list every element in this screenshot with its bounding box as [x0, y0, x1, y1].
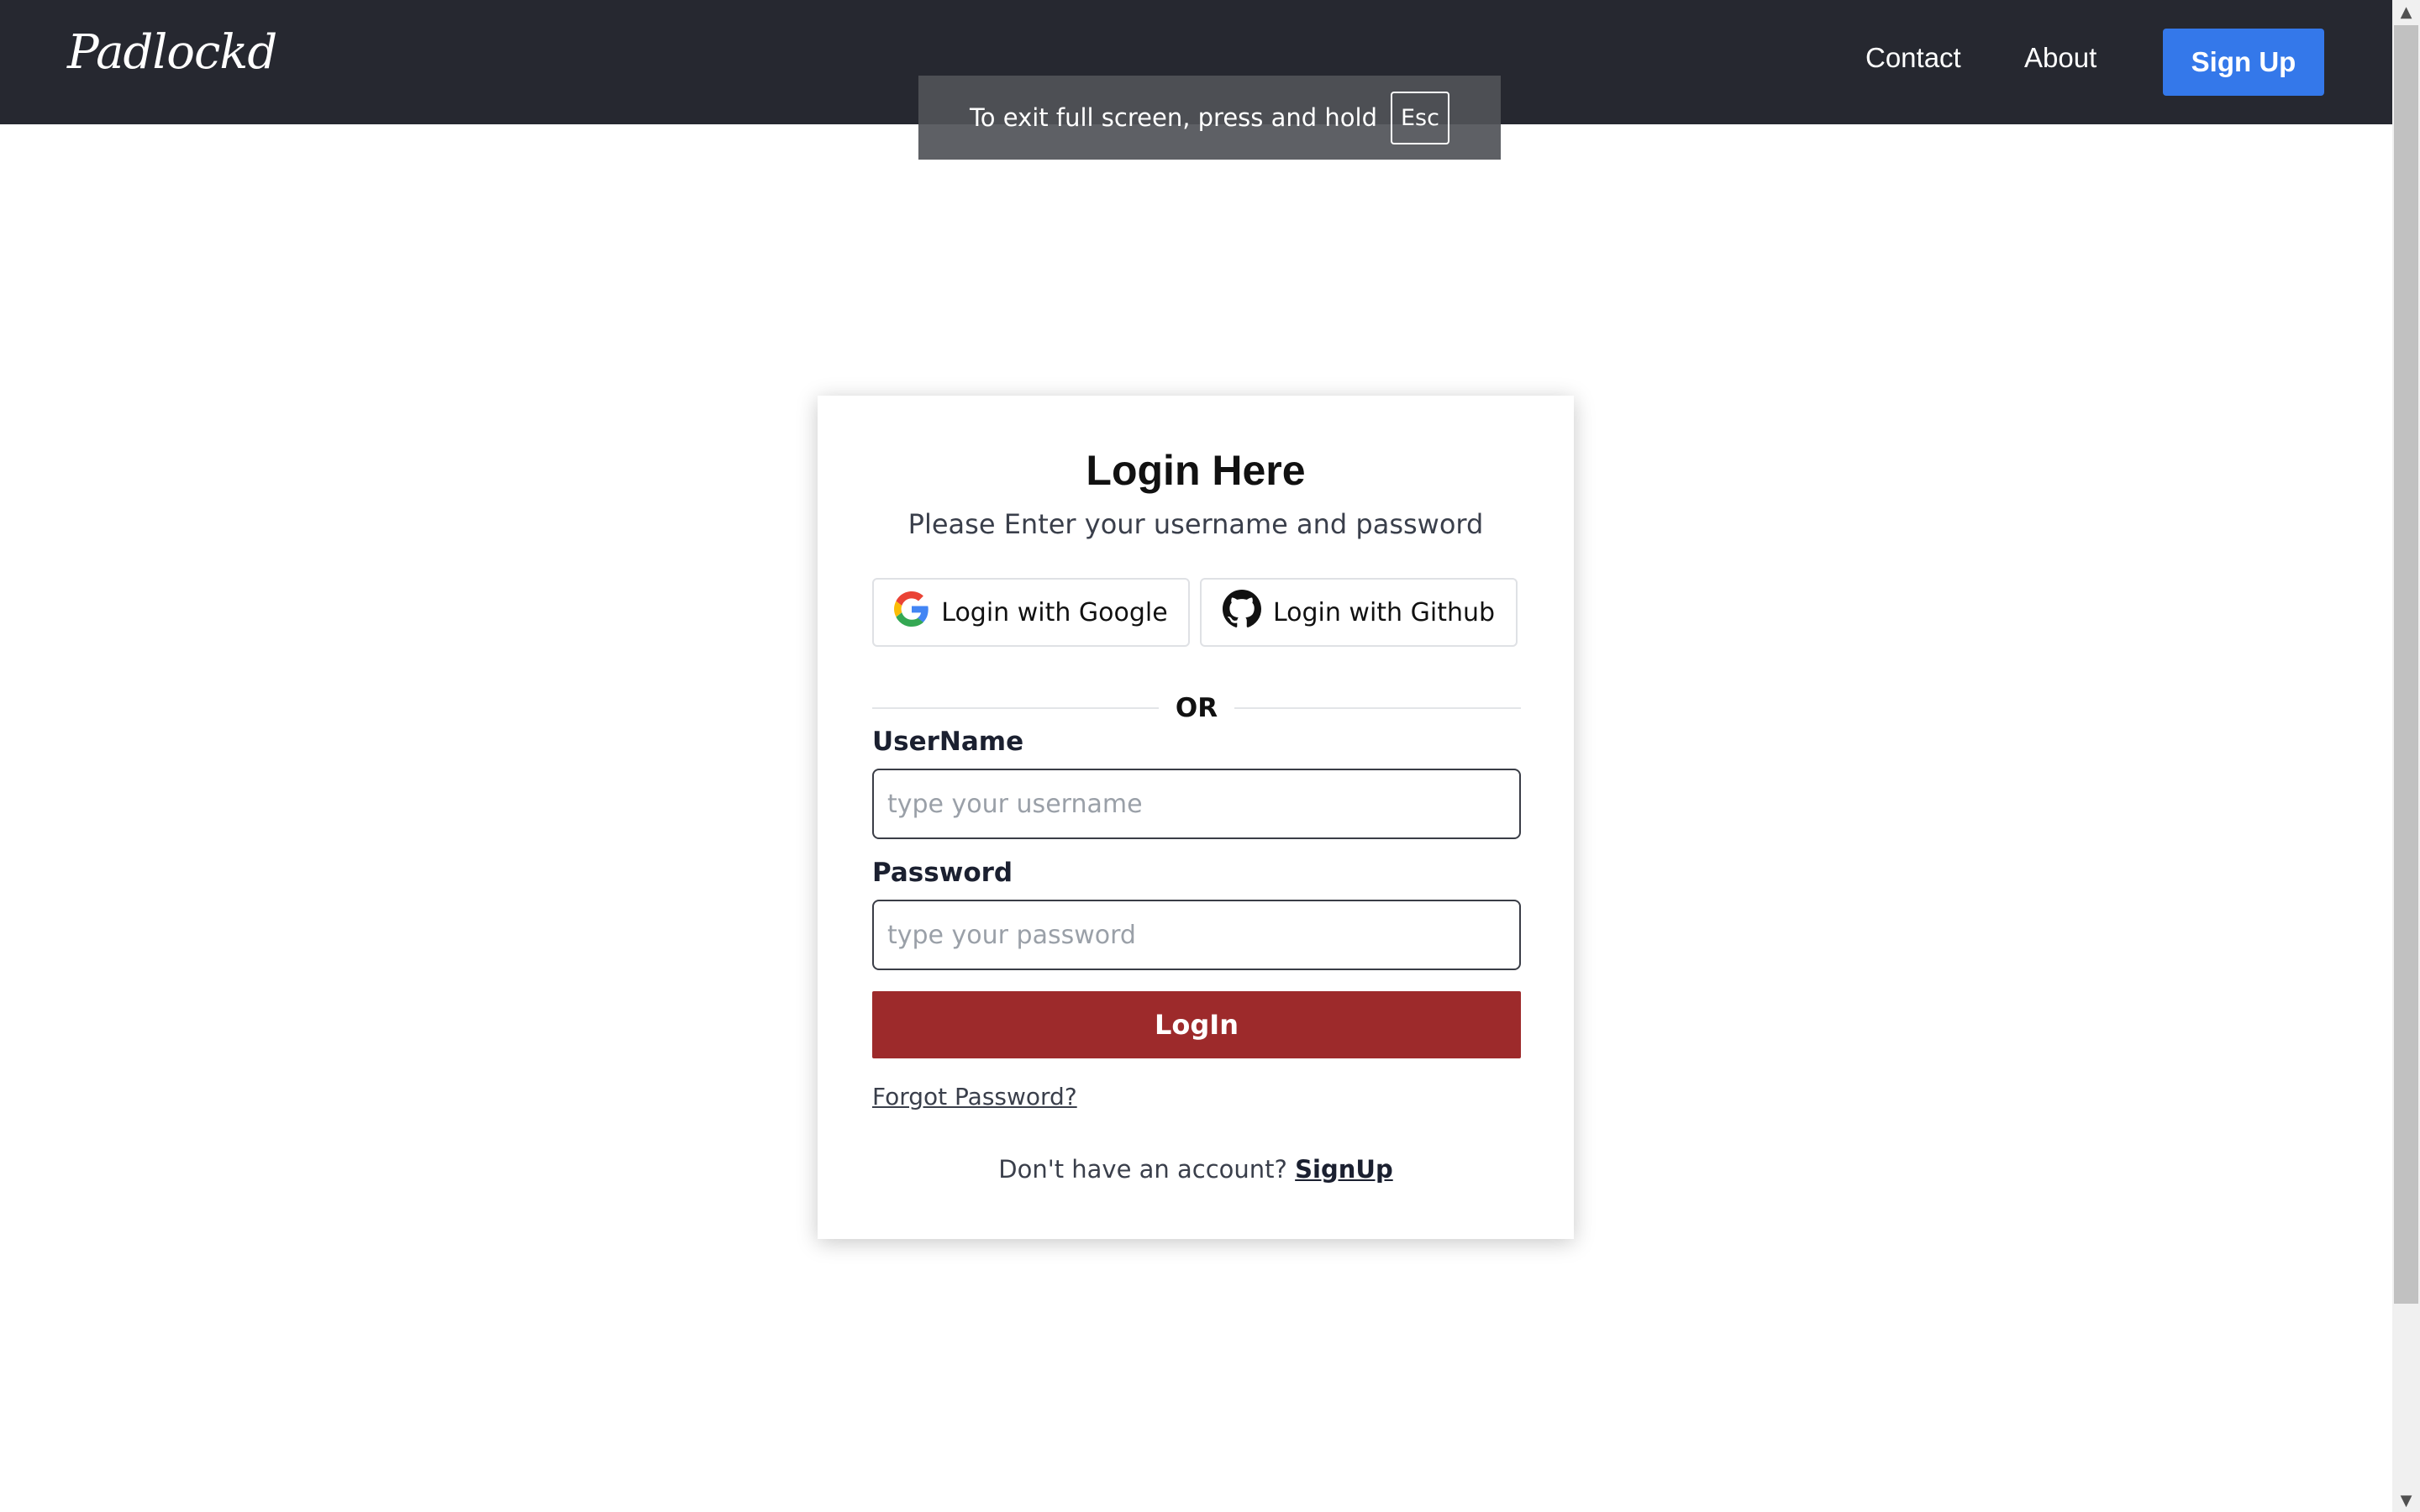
page: Padlockd Contact About Sign Up To exit f… [0, 0, 2392, 1512]
login-with-github-button[interactable]: Login with Github [1200, 578, 1518, 647]
divider-line-left [872, 707, 1159, 709]
github-icon [1222, 590, 1273, 635]
divider-line-right [1234, 707, 1522, 709]
login-with-google-button[interactable]: Login with Google [872, 578, 1190, 647]
signup-button[interactable]: Sign Up [2163, 29, 2324, 96]
brand-logo[interactable]: Padlockd [67, 25, 277, 80]
login-card: Login Here Please Enter your username an… [818, 396, 1574, 1239]
or-divider: OR [872, 691, 1522, 725]
signup-link[interactable]: SignUp [1295, 1155, 1393, 1184]
nav-link-about[interactable]: About [2024, 42, 2096, 74]
username-label: UserName [872, 727, 1024, 757]
scroll-down-arrow-icon[interactable]: ▼ [2392, 1488, 2420, 1512]
login-title: Login Here [1086, 447, 1306, 494]
fullscreen-toast-message: To exit full screen, press and hold [970, 103, 1377, 132]
password-label: Password [872, 858, 1013, 888]
signup-prompt-line: Don't have an account? SignUp [818, 1155, 1574, 1184]
scroll-up-arrow-icon[interactable]: ▲ [2392, 0, 2420, 24]
divider-or-text: OR [1175, 693, 1218, 723]
scrollbar-thumb[interactable] [2394, 25, 2418, 1304]
esc-key-badge: Esc [1391, 91, 1449, 144]
nav-link-contact[interactable]: Contact [1865, 42, 1961, 74]
password-input[interactable] [872, 900, 1521, 970]
github-button-label: Login with Github [1272, 597, 1496, 627]
login-button[interactable]: LogIn [872, 991, 1521, 1058]
google-icon [894, 591, 941, 633]
username-input[interactable] [872, 769, 1521, 839]
google-button-label: Login with Google [941, 597, 1168, 627]
login-subtitle: Please Enter your username and password [908, 508, 1484, 540]
vertical-scrollbar[interactable]: ▲ ▼ [2392, 0, 2420, 1512]
fullscreen-toast: To exit full screen, press and hold Esc [918, 76, 1501, 160]
forgot-password-link[interactable]: Forgot Password? [872, 1083, 1077, 1110]
signup-prompt-text: Don't have an account? [998, 1155, 1287, 1184]
